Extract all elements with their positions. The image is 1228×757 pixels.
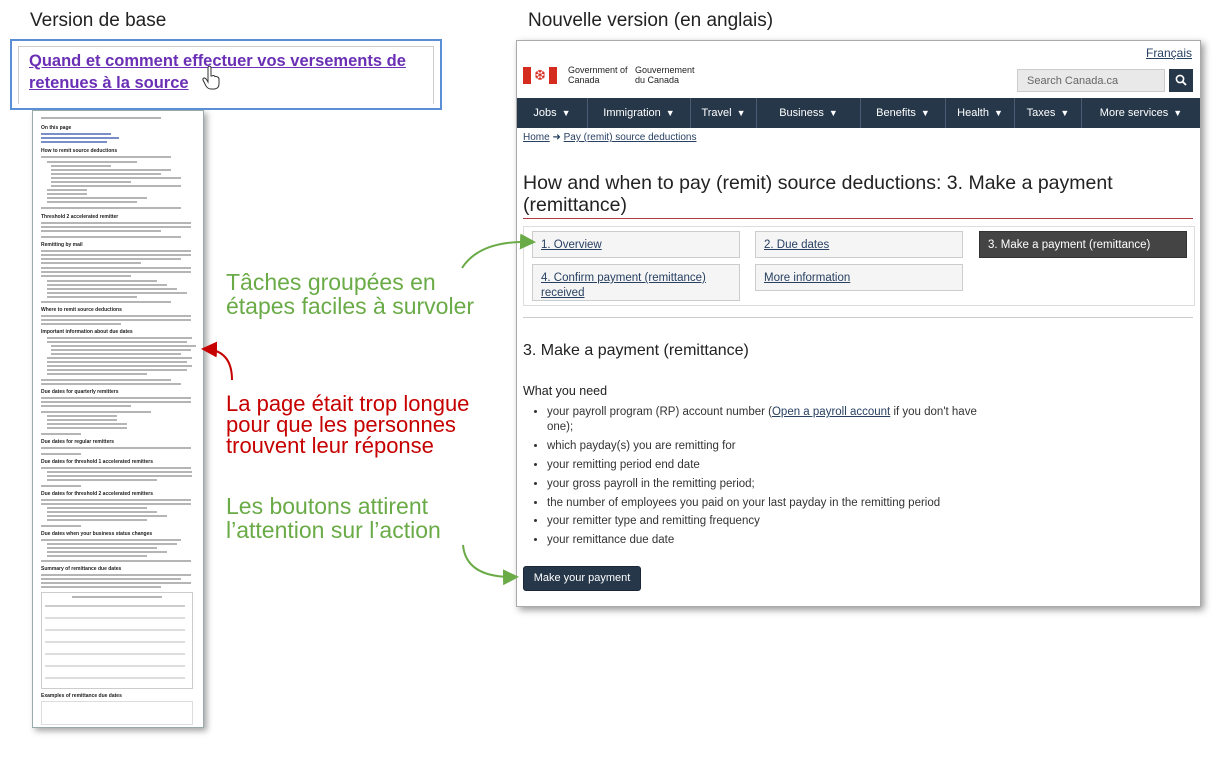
arrow-to-long-page — [201, 341, 233, 381]
arrow-to-steps — [461, 233, 536, 269]
arrow-to-button — [462, 544, 519, 586]
annotation-arrows — [201, 233, 536, 586]
